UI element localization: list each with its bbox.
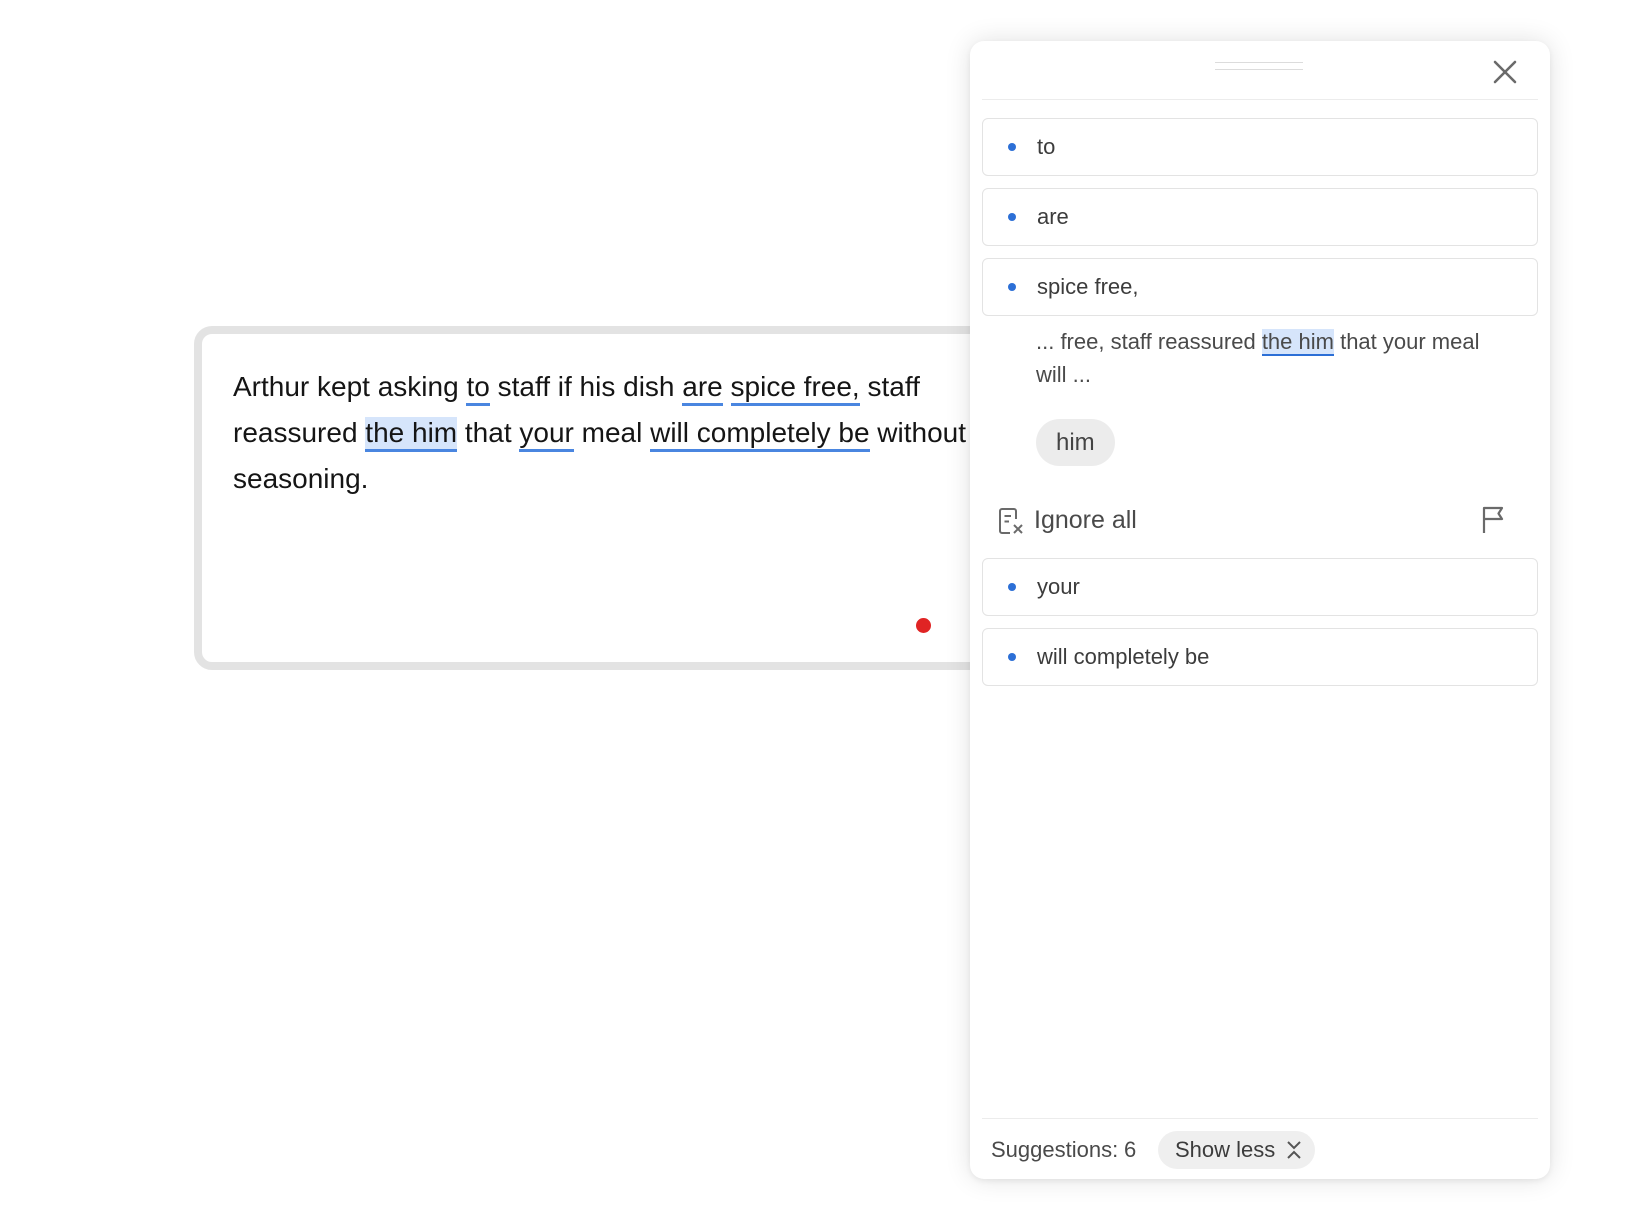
flagged-phrase-spice-free[interactable]: spice free, — [730, 371, 860, 406]
text-segment: meal — [573, 417, 651, 448]
panel-footer: Suggestions: 6 Show less — [982, 1118, 1538, 1179]
flagged-phrase-will-completely-be[interactable]: will completely be — [650, 417, 870, 452]
report-button[interactable] — [1478, 504, 1508, 536]
ignore-all-label: Ignore all — [1034, 506, 1137, 534]
show-less-label: Show less — [1175, 1137, 1276, 1162]
context-highlight: the him — [1261, 329, 1334, 356]
close-button[interactable] — [1490, 57, 1520, 87]
replacement-chip[interactable]: him — [1036, 419, 1115, 466]
suggestions-count-label: Suggestions: — [991, 1137, 1119, 1162]
show-less-button[interactable]: Show less — [1158, 1131, 1316, 1169]
drag-handle-icon[interactable] — [1215, 62, 1303, 70]
suggestion-label: your — [1037, 574, 1080, 599]
bullet-icon — [1008, 583, 1016, 591]
text-segment: staff if his dish — [489, 371, 683, 402]
bullet-icon — [1008, 653, 1016, 661]
bullet-icon — [1008, 283, 1016, 291]
suggestions-panel: to are spice free, ... free, staff reass… — [970, 41, 1550, 1179]
text-segment: that — [457, 417, 520, 448]
suggestions-count: 6 — [1124, 1137, 1137, 1162]
status-dot — [916, 618, 931, 633]
suggestion-label: will completely be — [1037, 644, 1210, 669]
collapse-icon — [1287, 1141, 1301, 1159]
text-segment: Arthur kept asking — [233, 371, 467, 402]
flagged-phrase-your[interactable]: your — [519, 417, 574, 452]
suggestion-item[interactable]: to — [982, 118, 1538, 176]
flagged-phrase-the-him[interactable]: the him — [365, 417, 458, 452]
editor-text[interactable]: Arthur kept asking to staff if his dish … — [233, 364, 973, 502]
suggestion-item[interactable]: spice free, — [982, 258, 1538, 316]
panel-header — [982, 41, 1538, 100]
suggestion-label: to — [1037, 134, 1056, 159]
suggestion-label: spice free, — [1037, 274, 1139, 299]
suggestion-item[interactable]: are — [982, 188, 1538, 246]
flagged-phrase-to[interactable]: to — [466, 371, 490, 406]
suggestion-item[interactable]: your — [982, 558, 1538, 616]
text-segment — [723, 371, 731, 402]
context-before: ... free, staff reassured — [1036, 329, 1262, 354]
flagged-phrase-are[interactable]: are — [682, 371, 723, 406]
expanded-suggestion: ... free, staff reassured the him that y… — [982, 311, 1538, 555]
ignore-all-icon — [999, 508, 1023, 534]
suggestion-item[interactable]: will completely be — [982, 628, 1538, 686]
suggestion-label: are — [1037, 204, 1069, 229]
suggestion-context: ... free, staff reassured the him that y… — [1036, 325, 1506, 391]
close-icon — [1493, 60, 1517, 84]
flag-icon — [1482, 506, 1504, 533]
text-editor[interactable]: Arthur kept asking to staff if his dish … — [194, 326, 1054, 670]
bullet-icon — [1008, 143, 1016, 151]
bullet-icon — [1008, 213, 1016, 221]
